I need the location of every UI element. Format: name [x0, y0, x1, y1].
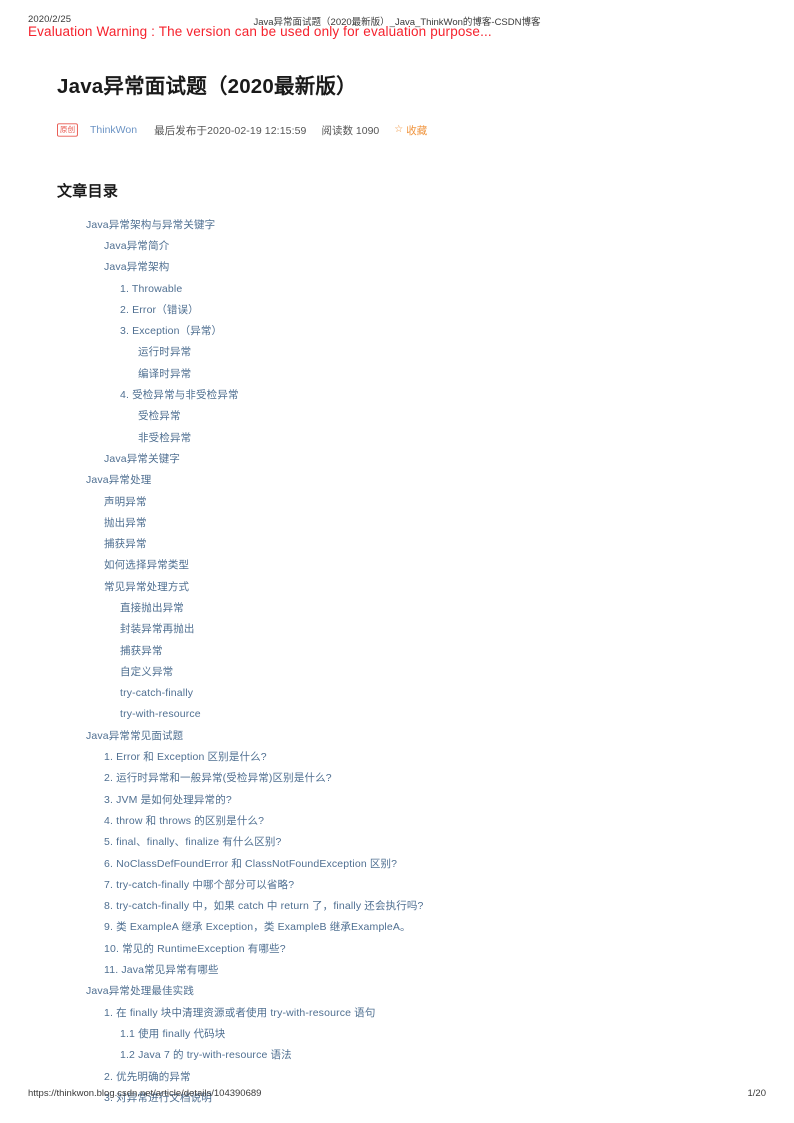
toc-item[interactable]: 受检异常 [57, 406, 747, 427]
status-badge: 原创 [57, 123, 78, 137]
toc-item[interactable]: 6. NoClassDefFoundError 和 ClassNotFoundE… [57, 854, 747, 875]
toc-item[interactable]: 1. Throwable [57, 279, 747, 300]
toc-item[interactable]: 直接抛出异常 [57, 598, 747, 619]
page-title: Java异常面试题（2020最新版） [57, 75, 357, 98]
toc-item[interactable]: 1. 在 finally 块中清理资源或者使用 try-with-resourc… [57, 1003, 747, 1024]
toc-item[interactable]: 2. 运行时异常和一般异常(受检异常)区别是什么? [57, 768, 747, 789]
favorite-button[interactable]: ☆ 收藏 [394, 123, 427, 138]
toc-item[interactable]: 捕获异常 [57, 534, 747, 555]
toc-item[interactable]: Java异常关键字 [57, 449, 747, 470]
print-footer: https://thinkwon.blog.csdn.net/article/d… [0, 1088, 794, 1102]
toc-item[interactable]: 2. 优先明确的异常 [57, 1067, 747, 1088]
toc-item[interactable]: Java异常简介 [57, 236, 747, 257]
toc-item[interactable]: 11. Java常见异常有哪些 [57, 960, 747, 981]
toc-item[interactable]: try-with-resource [57, 704, 747, 725]
toc-item[interactable]: 2. Error（错误） [57, 300, 747, 321]
evaluation-warning-banner: Evaluation Warning : The version can be … [28, 24, 492, 39]
toc-item[interactable]: 9. 类 ExampleA 继承 Exception，类 ExampleB 继承… [57, 917, 747, 938]
toc-item[interactable]: 7. try-catch-finally 中哪个部分可以省略? [57, 875, 747, 896]
toc-item[interactable]: 自定义异常 [57, 662, 747, 683]
toc-item[interactable]: 声明异常 [57, 492, 747, 513]
toc-item[interactable]: 1.1 使用 finally 代码块 [57, 1024, 747, 1045]
read-count: 阅读数 1090 [321, 124, 380, 137]
toc-item[interactable]: 如何选择异常类型 [57, 555, 747, 576]
star-icon: ☆ [394, 124, 404, 136]
toc-item[interactable]: Java异常处理最佳实践 [57, 981, 747, 1002]
toc-item[interactable]: Java异常处理 [57, 470, 747, 491]
toc-item[interactable]: 5. final、finally、finalize 有什么区别? [57, 832, 747, 853]
toc-item[interactable]: Java异常常见面试题 [57, 726, 747, 747]
toc-item[interactable]: 非受检异常 [57, 428, 747, 449]
toc-item[interactable]: 运行时异常 [57, 342, 747, 363]
toc-item[interactable]: 编译时异常 [57, 364, 747, 385]
published-date: 最后发布于2020-02-19 12:15:59 [154, 124, 307, 137]
toc-item[interactable]: 1.2 Java 7 的 try-with-resource 语法 [57, 1045, 747, 1066]
toc-item[interactable]: 捕获异常 [57, 641, 747, 662]
toc-item[interactable]: 4. throw 和 throws 的区别是什么? [57, 811, 747, 832]
article-container: Java异常面试题（2020最新版） 原创 ThinkWon 最后发布于2020… [57, 74, 747, 1109]
toc-item[interactable]: try-catch-finally [57, 683, 747, 704]
toc-item[interactable]: 抛出异常 [57, 513, 747, 534]
toc-item[interactable]: 4. 受检异常与非受检异常 [57, 385, 747, 406]
footer-url: https://thinkwon.blog.csdn.net/article/d… [28, 1088, 262, 1099]
toc-item[interactable]: 8. try-catch-finally 中，如果 catch 中 return… [57, 896, 747, 917]
footer-page-number: 1/20 [747, 1088, 767, 1099]
toc-item[interactable]: 3. Exception（异常） [57, 321, 747, 342]
toc-item[interactable]: 常见异常处理方式 [57, 577, 747, 598]
article-meta: 原创 ThinkWon 最后发布于2020-02-19 12:15:59 阅读数… [57, 123, 747, 138]
toc-item[interactable]: 1. Error 和 Exception 区别是什么? [57, 747, 747, 768]
toc-item[interactable]: 10. 常见的 RuntimeException 有哪些? [57, 939, 747, 960]
author-link[interactable]: ThinkWon [90, 124, 137, 136]
favorite-label: 收藏 [406, 124, 428, 137]
toc-item[interactable]: 3. JVM 是如何处理异常的? [57, 790, 747, 811]
toc-heading: 文章目录 [57, 182, 119, 200]
toc-item[interactable]: Java异常架构与异常关键字 [57, 215, 747, 236]
toc-item[interactable]: Java异常架构 [57, 257, 747, 278]
toc-item[interactable]: 封装异常再抛出 [57, 619, 747, 640]
table-of-contents: Java异常架构与异常关键字 Java异常简介 Java异常架构 1. Throwab… [57, 215, 747, 1109]
